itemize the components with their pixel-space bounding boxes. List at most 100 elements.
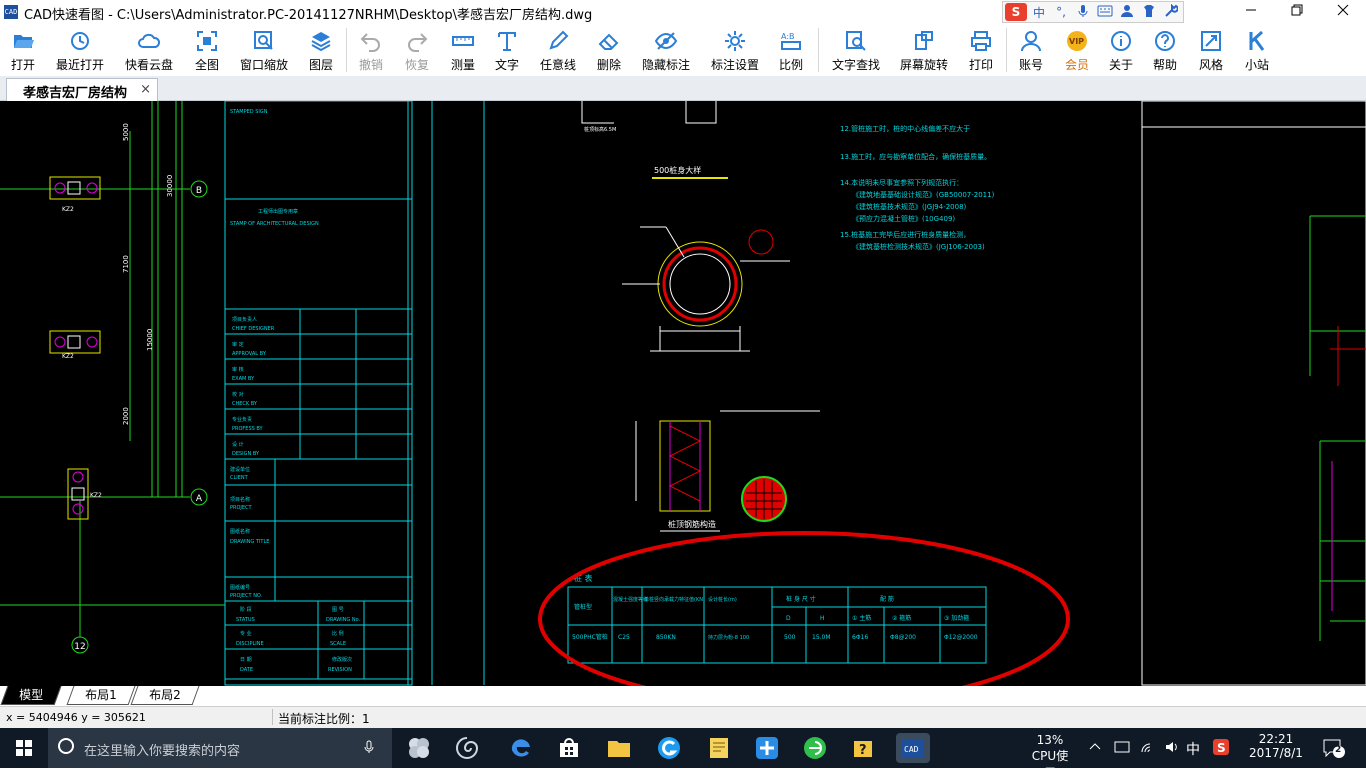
tray-app-icon[interactable] bbox=[1114, 740, 1130, 780]
ime-logo-icon[interactable]: S bbox=[1005, 3, 1027, 21]
ime-mode-toggle[interactable]: 中 bbox=[1029, 4, 1049, 21]
ime-keyboard-icon[interactable] bbox=[1095, 5, 1115, 20]
svg-text:CHIEF DESIGNER: CHIEF DESIGNER bbox=[232, 326, 275, 332]
store-icon[interactable] bbox=[554, 733, 584, 763]
browser-g-icon[interactable] bbox=[654, 733, 684, 763]
remote-tool-icon[interactable] bbox=[752, 733, 782, 763]
svg-text:项目名称: 项目名称 bbox=[230, 496, 250, 503]
spiral-app-icon[interactable] bbox=[452, 733, 482, 763]
status-bar: x = 5404946 y = 305621 当前标注比例：1 bbox=[0, 706, 1366, 728]
ime-punct-icon[interactable]: °, bbox=[1051, 5, 1071, 19]
cpu-usage[interactable]: 13% CPU使用 bbox=[1030, 728, 1070, 780]
svg-text:配 筋: 配 筋 bbox=[880, 595, 894, 603]
close-button[interactable] bbox=[1320, 0, 1366, 24]
folder-open-icon bbox=[14, 35, 34, 48]
notepad-icon[interactable] bbox=[704, 733, 734, 763]
measure-button[interactable]: 测量 bbox=[444, 24, 482, 76]
open-button[interactable]: 打开 bbox=[0, 24, 46, 76]
cloud-disk-label: 快看云盘 bbox=[124, 58, 173, 72]
svg-text:KZ2: KZ2 bbox=[62, 206, 74, 213]
svg-text:阶 段: 阶 段 bbox=[240, 606, 252, 613]
svg-text:2000: 2000 bbox=[122, 407, 130, 425]
help-button[interactable]: 帮助 bbox=[1146, 24, 1184, 76]
app-logo-icon: CAD bbox=[4, 5, 18, 19]
microphone-icon[interactable] bbox=[364, 740, 374, 758]
style-button[interactable]: 风格 bbox=[1192, 24, 1230, 76]
svg-text:A:B: A:B bbox=[781, 32, 795, 41]
svg-text:15.0M: 15.0M bbox=[812, 634, 831, 641]
tab-layout-1[interactable]: 布局1 bbox=[66, 686, 136, 705]
document-tab[interactable]: 孝感吉宏厂房结构 × bbox=[6, 78, 158, 101]
freeline-button[interactable]: 任意线 bbox=[536, 24, 580, 76]
network-icon[interactable] bbox=[1140, 740, 1156, 780]
svg-text:VIP: VIP bbox=[1069, 37, 1084, 46]
360-browser-icon[interactable] bbox=[800, 733, 830, 763]
volume-icon[interactable] bbox=[1164, 740, 1180, 780]
ime-skin-icon[interactable] bbox=[1139, 4, 1159, 21]
info-icon bbox=[1111, 31, 1131, 51]
style-label: 风格 bbox=[1198, 58, 1223, 72]
start-button[interactable] bbox=[0, 728, 48, 768]
layers-button[interactable]: 图层 bbox=[302, 24, 340, 76]
title-bar: CAD CAD快速看图 - C:\Users\Administrator.PC-… bbox=[0, 0, 1366, 24]
svg-text:DISCIPLINE: DISCIPLINE bbox=[236, 641, 264, 647]
print-button[interactable]: 打印 bbox=[962, 24, 1000, 76]
sogou-tray-icon[interactable]: S bbox=[1212, 738, 1230, 778]
svg-text:DESIGN BY: DESIGN BY bbox=[232, 451, 260, 457]
close-tab-icon[interactable]: × bbox=[140, 82, 151, 97]
text-button[interactable]: 文字 bbox=[488, 24, 526, 76]
taskbar-search-box[interactable]: 在这里输入你要搜索的内容 bbox=[48, 728, 392, 768]
tab-layout-2[interactable]: 布局2 bbox=[130, 686, 200, 705]
edge-browser-icon[interactable] bbox=[506, 733, 536, 763]
file-explorer-icon[interactable] bbox=[604, 733, 634, 763]
input-language-indicator[interactable]: 中 bbox=[1186, 739, 1200, 779]
task-view-icon[interactable] bbox=[404, 733, 434, 763]
pen-icon bbox=[549, 30, 569, 50]
svg-text:Φ8@200: Φ8@200 bbox=[890, 634, 916, 641]
annotation-settings-button[interactable]: 标注设置 bbox=[704, 24, 766, 76]
main-toolbar: 打开 最近打开 快看云盘 全图 窗口缩放 图层 撤销 恢复 测量 文字 任意线 bbox=[0, 24, 1366, 76]
svg-text:EXAM BY: EXAM BY bbox=[232, 376, 255, 382]
show-hidden-icons-icon[interactable] bbox=[1088, 740, 1102, 780]
clock[interactable]: 22:21 2017/8/1 bbox=[1246, 728, 1306, 768]
ime-toolbar[interactable]: S 中 °, bbox=[1002, 1, 1184, 23]
station-label: 小站 bbox=[1244, 58, 1269, 72]
account-button[interactable]: 账号 bbox=[1012, 24, 1050, 76]
restore-button[interactable] bbox=[1274, 0, 1320, 24]
station-button[interactable]: 小站 bbox=[1238, 24, 1276, 76]
text-search-icon bbox=[846, 31, 866, 51]
recent-open-button[interactable]: 最近打开 bbox=[46, 24, 114, 76]
svg-text:STATUS: STATUS bbox=[236, 617, 255, 623]
ime-voice-icon[interactable] bbox=[1073, 4, 1093, 21]
cloud-disk-button[interactable]: 快看云盘 bbox=[118, 24, 180, 76]
vip-button[interactable]: VIP 会员 bbox=[1058, 24, 1096, 76]
undo-button[interactable]: 撤销 bbox=[352, 24, 390, 76]
svg-text:《建筑桩基技术规范》(JGJ94-2008): 《建筑桩基技术规范》(JGJ94-2008) bbox=[852, 202, 967, 211]
rotate-screen-button[interactable]: 屏幕旋转 bbox=[894, 24, 954, 76]
axis-bubbles: B A 12 bbox=[71, 180, 208, 654]
redo-button[interactable]: 恢复 bbox=[398, 24, 436, 76]
notification-center-icon[interactable]: 2 bbox=[1322, 738, 1346, 778]
windows-logo-icon bbox=[16, 740, 32, 756]
hide-annotation-button[interactable]: 隐藏标注 bbox=[636, 24, 696, 76]
help-tool-icon[interactable]: ? bbox=[848, 733, 878, 763]
column-caps: KZ2 KZ2 KZ2 bbox=[49, 176, 102, 520]
fit-screen-icon bbox=[197, 31, 217, 51]
text-search-button[interactable]: 文字查找 bbox=[826, 24, 886, 76]
settings-icon bbox=[725, 31, 745, 51]
notification-count: 2 bbox=[1335, 745, 1342, 755]
ime-settings-icon[interactable] bbox=[1161, 3, 1181, 21]
drawing-canvas[interactable]: KZ2 KZ2 KZ2 5000 30000 7100 15000 2000 B… bbox=[0, 101, 1366, 686]
ime-user-icon[interactable] bbox=[1117, 4, 1137, 21]
tab-model[interactable]: 模型 bbox=[0, 686, 62, 705]
svg-text:比 例: 比 例 bbox=[332, 630, 344, 637]
window-zoom-button[interactable]: 窗口缩放 bbox=[236, 24, 292, 76]
full-view-button[interactable]: 全图 bbox=[188, 24, 226, 76]
svg-text:850KN: 850KN bbox=[656, 634, 676, 641]
svg-text:5000: 5000 bbox=[122, 123, 130, 141]
delete-button[interactable]: 删除 bbox=[590, 24, 628, 76]
minimize-button[interactable] bbox=[1228, 0, 1274, 24]
cad-viewer-taskbar-icon[interactable]: CAD bbox=[896, 733, 930, 763]
about-button[interactable]: 关于 bbox=[1102, 24, 1140, 76]
scale-button[interactable]: A:B 比例 bbox=[772, 24, 810, 76]
